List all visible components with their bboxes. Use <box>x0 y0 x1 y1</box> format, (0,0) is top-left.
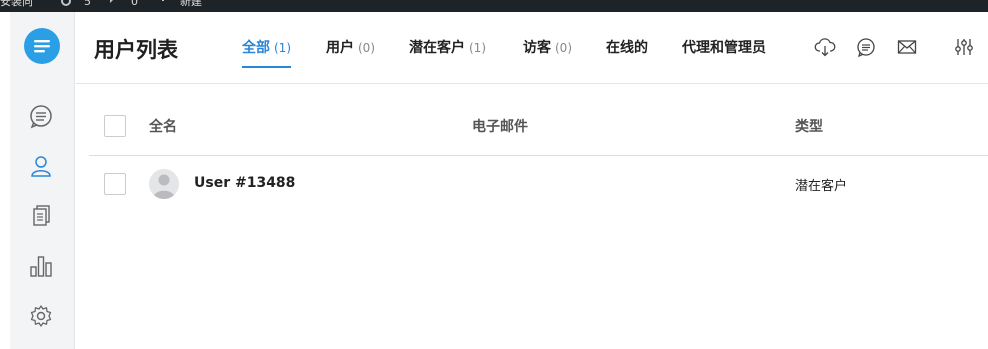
documents-icon[interactable] <box>27 202 55 230</box>
tab-label: 代理和管理员 <box>682 40 766 56</box>
page-header: 用户列表 全部 (1) 用户 (0) 潜在客户 (1) 访客 (0) 在线的 代理和管理… <box>76 12 988 84</box>
admin-bar-comments-count[interactable]: 0 <box>131 0 138 9</box>
column-header-name[interactable]: 全名 <box>149 116 177 136</box>
user-type: 潜在客户 <box>795 179 848 194</box>
tab-label: 潜在客户 <box>409 40 465 56</box>
avatar <box>149 169 179 199</box>
admin-bar: 安装向 5 0 新建 <box>0 0 988 12</box>
admin-bar-updates-count[interactable]: 5 <box>84 0 91 9</box>
left-gap <box>0 12 10 349</box>
admin-bar-new[interactable]: 新建 <box>180 0 202 9</box>
app-logo[interactable] <box>24 28 60 64</box>
table-row[interactable]: User #13488 潜在客户 <box>89 160 988 208</box>
tab-label: 全部 <box>242 40 270 56</box>
settings-gear-icon[interactable] <box>27 302 55 330</box>
tab-count: (0) <box>555 41 572 55</box>
tab-visitors[interactable]: 访客 (0) <box>523 37 572 68</box>
tab-users[interactable]: 用户 (0) <box>326 37 375 68</box>
bar-chart-icon[interactable] <box>27 252 55 280</box>
cloud-download-icon[interactable] <box>814 36 836 58</box>
page-title: 用户列表 <box>94 38 178 62</box>
user-name[interactable]: User #13488 <box>194 175 295 191</box>
default-avatar-icon <box>153 174 175 199</box>
column-header-email[interactable]: 电子邮件 <box>472 116 528 136</box>
tab-all[interactable]: 全部 (1) <box>242 37 291 68</box>
mail-icon[interactable] <box>896 36 918 58</box>
admin-bar-item-setup[interactable]: 安装向 <box>0 0 33 9</box>
tab-count: (1) <box>469 41 486 55</box>
logo-chat-icon <box>34 40 50 53</box>
table-header: 全名 电子邮件 类型 <box>89 100 988 156</box>
tab-leads[interactable]: 潜在客户 (1) <box>409 37 486 68</box>
tab-label: 用户 <box>326 40 354 56</box>
tab-agents-admins[interactable]: 代理和管理员 <box>682 37 766 68</box>
select-all-checkbox[interactable] <box>104 115 126 137</box>
tab-count: (1) <box>274 41 291 55</box>
user-icon[interactable] <box>27 152 55 180</box>
tab-label: 访客 <box>523 40 551 56</box>
chat-icon[interactable] <box>27 102 55 130</box>
column-header-type[interactable]: 类型 <box>795 116 823 136</box>
row-checkbox[interactable] <box>104 173 126 195</box>
filter-sliders-icon[interactable] <box>953 36 975 58</box>
tab-online[interactable]: 在线的 <box>606 37 648 68</box>
chat-bubble-icon[interactable] <box>855 36 877 58</box>
tab-label: 在线的 <box>606 40 648 56</box>
tab-count: (0) <box>358 41 375 55</box>
sidebar-rail <box>10 12 75 349</box>
